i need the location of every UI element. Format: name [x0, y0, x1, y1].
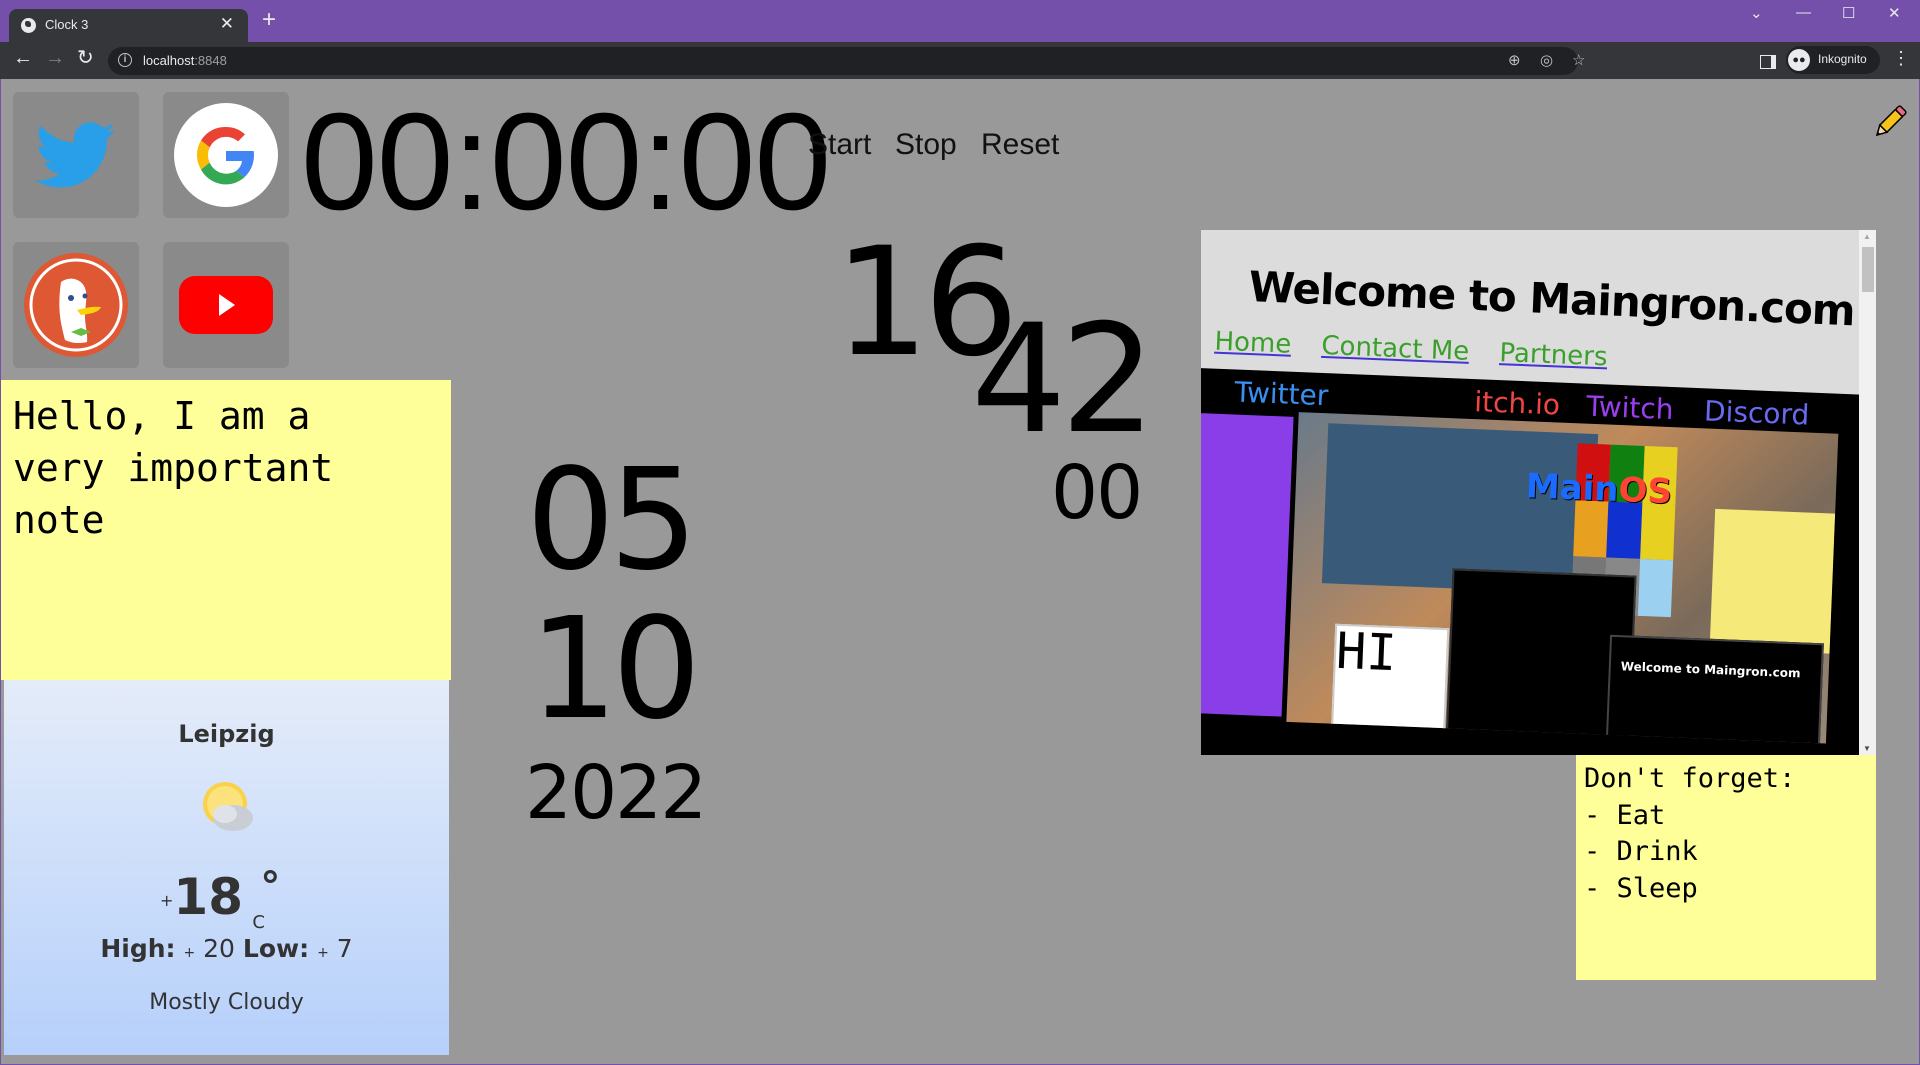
address-bar[interactable]: i localhost:8848 ⊕ ◎ ☆: [108, 47, 1585, 75]
url-port: :8848: [194, 53, 227, 68]
shortcut-google[interactable]: [163, 92, 289, 218]
google-icon: [174, 103, 278, 207]
pencil-icon[interactable]: [1871, 105, 1907, 141]
weather-widget: Leipzig +18 °C High: + 20 Low: + 7 Mostl…: [4, 680, 449, 1055]
site-nav-contact[interactable]: Contact Me: [1321, 331, 1470, 367]
tab-title: Clock 3: [45, 17, 89, 32]
incognito-icon: ●●: [1788, 49, 1810, 71]
page-content: 00:00:00 Start Stop Reset 16 42 00 05 10…: [1, 79, 1919, 1064]
scrollbar-thumb[interactable]: [1862, 247, 1874, 292]
eye-off-icon[interactable]: ◎: [1540, 51, 1553, 69]
forward-button[interactable]: →: [45, 48, 65, 68]
url-text: localhost:8848: [143, 53, 227, 68]
iframe-scrollbar[interactable]: ▲ ▼: [1859, 230, 1876, 755]
degree-symbol: °: [260, 864, 281, 910]
site-info-icon[interactable]: i: [118, 53, 132, 67]
browser-menu-icon[interactable]: ⋮: [1892, 48, 1910, 69]
clock-seconds: 00: [1051, 450, 1143, 536]
low-label: Low:: [242, 934, 310, 963]
tab-search-icon[interactable]: ⌄: [1750, 4, 1763, 22]
globe-icon: [21, 18, 36, 33]
temp-value: 18: [173, 868, 243, 926]
high-sign: +: [183, 945, 196, 961]
weather-high-low: High: + 20 Low: + 7: [4, 934, 449, 963]
screenshot-notes: [1709, 508, 1836, 654]
scroll-down-icon[interactable]: ▼: [1863, 744, 1871, 753]
sticky-note-2[interactable]: Don't forget: - Eat - Drink - Sleep: [1576, 755, 1876, 980]
minimize-button[interactable]: —: [1796, 4, 1811, 21]
site-nav-home[interactable]: Home: [1214, 327, 1292, 360]
bookmark-star-icon[interactable]: ☆: [1572, 51, 1585, 69]
shortcut-duckduckgo[interactable]: [13, 242, 139, 368]
embedded-site: Welcome to Maingron.com Home Contact Me …: [1201, 230, 1876, 755]
weather-city: Leipzig: [178, 720, 275, 748]
duckduckgo-icon: [24, 253, 128, 357]
weather-temperature: +18 °C: [4, 864, 449, 933]
screenshot-mini-site: Welcome to Maingron.com: [1604, 634, 1824, 744]
reset-button[interactable]: Reset: [981, 128, 1059, 162]
shortcut-youtube[interactable]: [163, 242, 289, 368]
browser-toolbar: ← → ↻ i localhost:8848 ⊕ ◎ ☆ ●● Inkognit…: [0, 42, 1920, 79]
mainos-logo-os: OS: [1617, 469, 1673, 513]
low-value: 7: [336, 934, 353, 963]
site-link-discord[interactable]: Discord: [1703, 394, 1809, 431]
high-value: 20: [203, 934, 235, 963]
site-link-twitter[interactable]: Twitter: [1234, 375, 1329, 412]
back-button[interactable]: ←: [13, 48, 33, 68]
weather-condition: Mostly Cloudy: [149, 990, 304, 1015]
date-year: 2022: [525, 750, 707, 836]
partly-cloudy-icon: [203, 782, 253, 831]
tab-clock-3[interactable]: Clock 3 ✕: [9, 9, 248, 42]
mainos-screenshot: HI Welcome to Maingron.com MainOS: [1286, 412, 1839, 744]
new-tab-button[interactable]: +: [262, 8, 276, 32]
high-label: High:: [100, 934, 176, 963]
site-heading: Welcome to Maingron.com: [1247, 261, 1856, 336]
temp-sign: +: [160, 891, 174, 910]
low-sign: +: [317, 945, 329, 961]
side-panel-icon[interactable]: [1760, 55, 1776, 69]
embedded-site-frame[interactable]: Welcome to Maingron.com Home Contact Me …: [1201, 230, 1876, 755]
zoom-icon[interactable]: ⊕: [1508, 51, 1521, 69]
profile-label: Inkognito: [1818, 52, 1867, 66]
youtube-icon: [179, 276, 273, 334]
mainos-logo: MainOS: [1525, 466, 1673, 512]
temp-unit: C: [252, 912, 265, 933]
site-link-itchio[interactable]: itch.io: [1474, 385, 1561, 421]
mainos-logo-main: Main: [1525, 466, 1620, 510]
mini-site-heading: Welcome to Maingron.com: [1620, 659, 1801, 681]
date-month: 10: [529, 588, 701, 751]
scroll-up-icon[interactable]: ▲: [1863, 232, 1871, 241]
clock-minutes: 42: [971, 293, 1156, 467]
date-day: 05: [526, 439, 698, 602]
profile-button[interactable]: ●● Inkognito: [1786, 46, 1880, 74]
site-nav-partners[interactable]: Partners: [1499, 338, 1608, 372]
close-window-button[interactable]: ✕: [1888, 4, 1901, 22]
shortcut-twitter[interactable]: [13, 92, 139, 218]
maximize-button[interactable]: ☐: [1842, 4, 1855, 22]
twitter-icon: [35, 122, 115, 188]
reload-button[interactable]: ↻: [77, 48, 94, 68]
site-link-twitch[interactable]: Twitch: [1586, 390, 1675, 426]
site-nav: Home Contact Me Partners: [1214, 327, 1630, 374]
start-button[interactable]: Start: [808, 128, 871, 162]
sticky-note-1[interactable]: Hello, I am a very important note: [1, 380, 451, 680]
browser-titlebar: Clock 3 ✕ + ⌄ — ☐ ✕: [0, 0, 1920, 42]
site-side-panel: [1201, 412, 1294, 717]
stopwatch-display: 00:00:00: [301, 85, 831, 239]
close-tab-icon[interactable]: ✕: [220, 14, 234, 34]
url-host: localhost: [143, 53, 195, 68]
stop-button[interactable]: Stop: [895, 128, 957, 162]
